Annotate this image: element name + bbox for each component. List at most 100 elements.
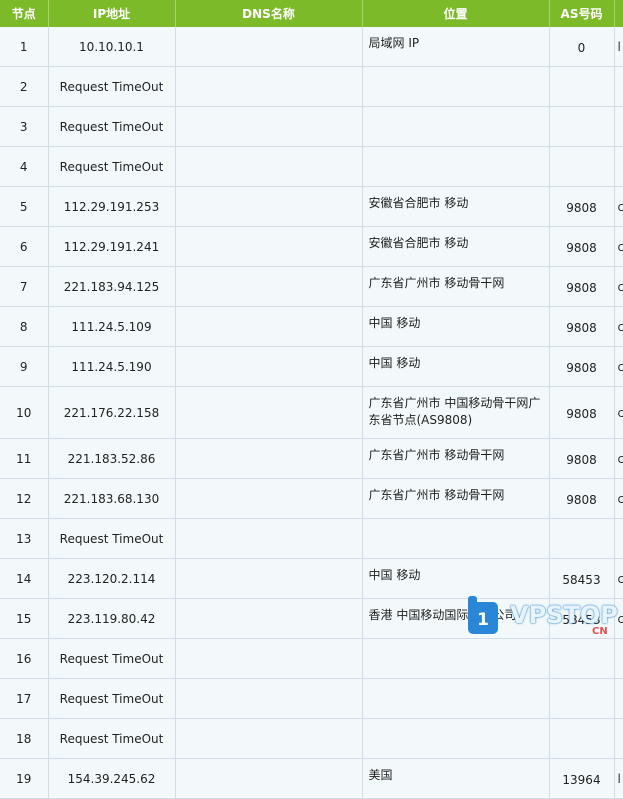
hop-cell: 19 (0, 758, 49, 799)
table-row: 3 Request TimeOut (0, 106, 623, 147)
location-cell: 安徽省合肥市 移动 (362, 186, 550, 227)
location-cell (362, 718, 550, 759)
ip-cell: 111.24.5.190 (48, 346, 176, 387)
location-cell (362, 106, 550, 147)
location-cell: 广东省广州市 移动骨干网 (362, 478, 550, 519)
asn-cell: 9808 (549, 346, 615, 387)
ip-cell: 221.183.68.130 (48, 478, 176, 519)
table-row: 2 Request TimeOut (0, 66, 623, 107)
location-cell: 中国 移动 (362, 306, 550, 347)
ip-cell: Request TimeOut (48, 718, 176, 759)
asn-cell (549, 718, 615, 759)
dns-cell (175, 478, 363, 519)
location-cell: 广东省广州市 移动骨干网 (362, 266, 550, 307)
dns-cell (175, 346, 363, 387)
asn-cell (549, 678, 615, 719)
hop-cell: 9 (0, 346, 49, 387)
location-cell: 广东省广州市 移动骨干网 (362, 438, 550, 479)
asn-cell: 13964 (549, 758, 615, 799)
dns-cell (175, 718, 363, 759)
location-cell: 中国 移动 (362, 558, 550, 599)
extra-cell: c (614, 558, 623, 599)
hop-cell: 14 (0, 558, 49, 599)
traceroute-table: 节点 IP地址 DNS名称 位置 AS号码 1 10.10.10.1 局域网 IP 0… (0, 0, 623, 799)
watermark-text: VPSTOP (510, 601, 618, 629)
dns-cell (175, 518, 363, 559)
dns-cell (175, 27, 363, 67)
table-row: 7221.183.94.125 广东省广州市 移动骨干网9808c (0, 266, 623, 307)
header-extra (614, 0, 623, 27)
table-row: 9111.24.5.190 中国 移动9808c (0, 346, 623, 387)
table-row: 1 10.10.10.1 局域网 IP 0 l (0, 27, 623, 67)
ip-cell: Request TimeOut (48, 518, 176, 559)
hop-cell: 6 (0, 226, 49, 267)
table-row: 16 Request TimeOut (0, 638, 623, 679)
ip-cell: Request TimeOut (48, 638, 176, 679)
asn-cell: 9808 (549, 438, 615, 479)
ip-cell: 223.119.80.42 (48, 598, 176, 639)
ip-cell: 111.24.5.109 (48, 306, 176, 347)
extra-cell (614, 678, 623, 719)
table-row: 14223.120.2.114 中国 移动58453c (0, 558, 623, 599)
hop-cell: 2 (0, 66, 49, 107)
asn-cell (549, 638, 615, 679)
ip-cell: 112.29.191.241 (48, 226, 176, 267)
location-cell: 局域网 IP (362, 27, 550, 67)
asn-cell (549, 106, 615, 147)
vpstop-watermark: 1 VPSTOP CN (466, 596, 623, 640)
hop-cell: 8 (0, 306, 49, 347)
table-row: 17 Request TimeOut (0, 678, 623, 719)
table-body: 1 10.10.10.1 局域网 IP 0 l 2 Request TimeOut 3 Requ… (0, 27, 623, 799)
hop-cell: 7 (0, 266, 49, 307)
hop-cell: 1 (0, 27, 49, 67)
extra-cell: c (614, 226, 623, 267)
location-cell (362, 638, 550, 679)
table-row: 8111.24.5.109 中国 移动9808c (0, 306, 623, 347)
extra-cell: l (614, 758, 623, 799)
extra-cell: c (614, 186, 623, 227)
asn-cell (549, 518, 615, 559)
table-row: 13 Request TimeOut (0, 518, 623, 559)
hop-cell: 17 (0, 678, 49, 719)
hop-cell: 16 (0, 638, 49, 679)
extra-cell (614, 638, 623, 679)
dns-cell (175, 758, 363, 799)
location-cell (362, 518, 550, 559)
extra-cell: c (614, 346, 623, 387)
hop-cell: 13 (0, 518, 49, 559)
asn-cell: 9808 (549, 186, 615, 227)
dns-cell (175, 66, 363, 107)
asn-cell (549, 66, 615, 107)
hop-cell: 12 (0, 478, 49, 519)
asn-cell: 9808 (549, 306, 615, 347)
ip-cell: Request TimeOut (48, 66, 176, 107)
hop-cell: 15 (0, 598, 49, 639)
watermark-sub: CN (592, 626, 608, 637)
hop-cell: 4 (0, 146, 49, 187)
extra-cell: c (614, 386, 623, 439)
table-row: 4 Request TimeOut (0, 146, 623, 187)
location-cell (362, 146, 550, 187)
header-hop: 节点 (0, 0, 49, 27)
table-row: 5112.29.191.253 安徽省合肥市 移动9808c (0, 186, 623, 227)
header-asn: AS号码 (549, 0, 615, 27)
table-row: 12221.183.68.130 广东省广州市 移动骨干网9808c (0, 478, 623, 519)
dns-cell (175, 146, 363, 187)
ip-cell: 223.120.2.114 (48, 558, 176, 599)
location-cell (362, 678, 550, 719)
ip-cell: Request TimeOut (48, 146, 176, 187)
location-cell (362, 66, 550, 107)
extra-cell (614, 718, 623, 759)
vpstop-logo-icon: 1 (468, 596, 498, 634)
dns-cell (175, 678, 363, 719)
asn-cell: 9808 (549, 478, 615, 519)
hop-cell: 11 (0, 438, 49, 479)
dns-cell (175, 386, 363, 439)
table-row: 10 221.176.22.158 广东省广州市 中国移动骨干网广东省节点(AS98… (0, 386, 623, 439)
extra-cell: l (614, 27, 623, 67)
extra-cell (614, 146, 623, 187)
dns-cell (175, 226, 363, 267)
dns-cell (175, 306, 363, 347)
asn-cell (549, 146, 615, 187)
asn-cell: 0 (549, 27, 615, 67)
